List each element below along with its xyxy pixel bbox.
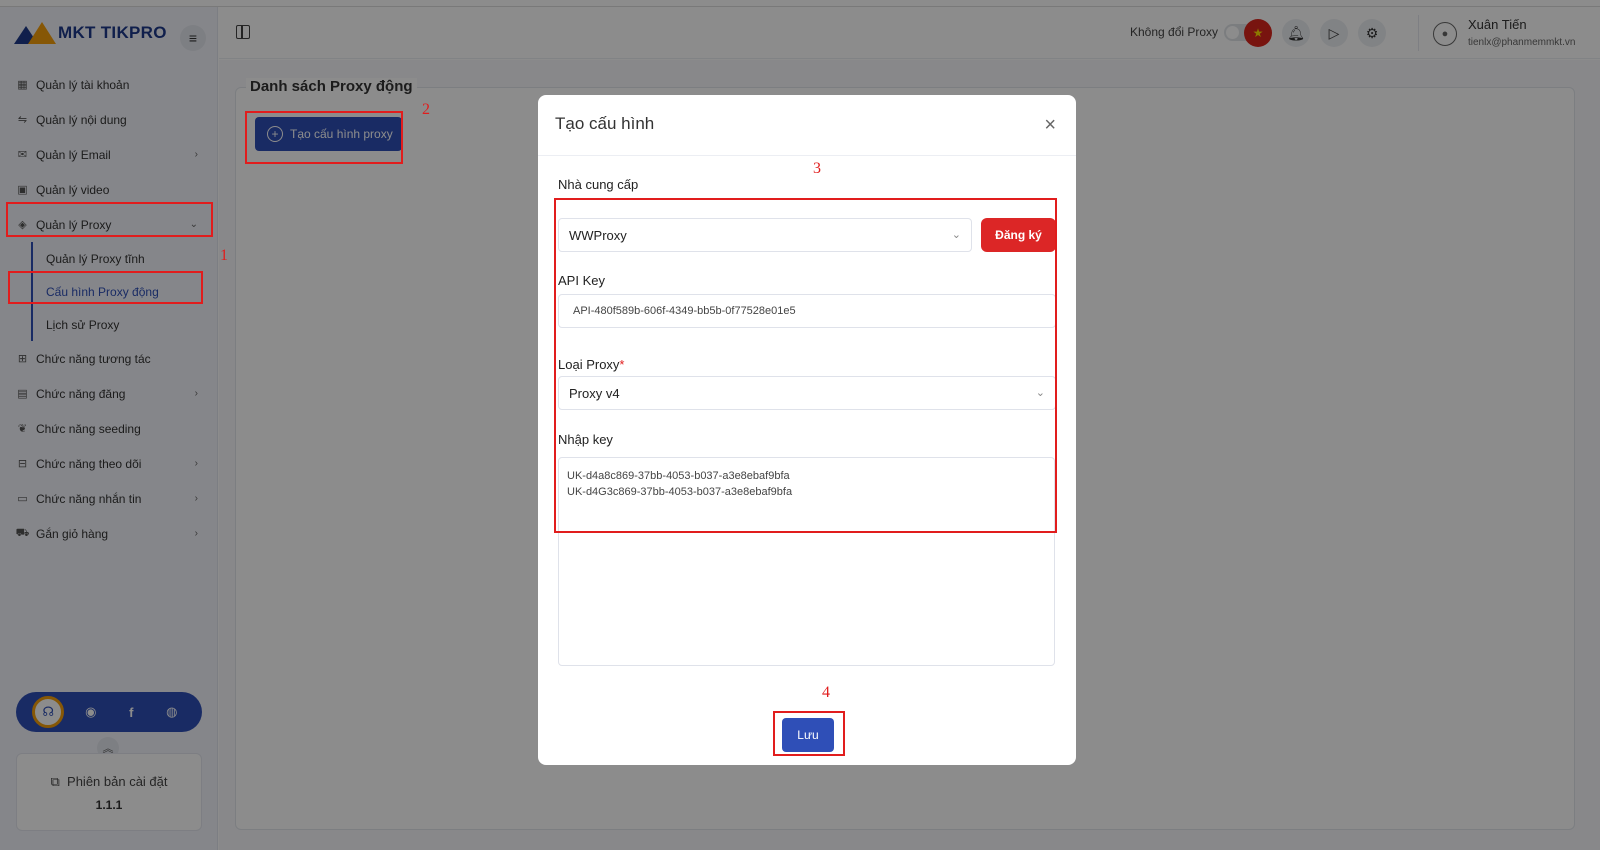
- annotation-box-dynamic-proxy: [8, 271, 203, 304]
- annotation-box-create-button: [245, 111, 403, 164]
- annotation-box-save: [773, 711, 845, 756]
- modal-header: Tạo cấu hình ×: [538, 95, 1076, 156]
- annotation-number: 1: [220, 247, 228, 264]
- annotation-box-form-fields: [554, 198, 1057, 533]
- annotation-number: 3: [813, 160, 821, 177]
- annotation-box-proxy-menu: [6, 202, 213, 237]
- modal-title: Tạo cấu hình: [555, 114, 655, 133]
- annotation-number: 4: [822, 684, 830, 701]
- close-icon[interactable]: ×: [1044, 115, 1056, 135]
- annotation-number: 2: [422, 101, 430, 118]
- provider-label: Nhà cung cấp: [558, 177, 639, 192]
